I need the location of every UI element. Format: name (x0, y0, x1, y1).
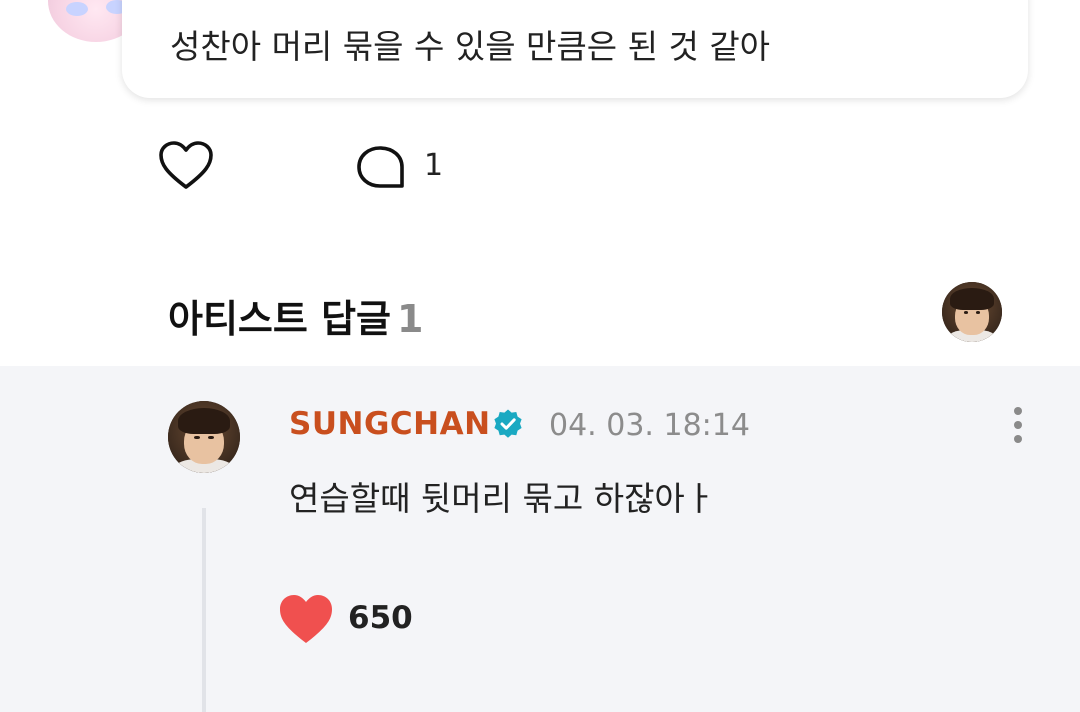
reply-author-name[interactable]: SUNGCHAN (289, 406, 491, 442)
reply-timestamp: 04. 03. 18:14 (549, 408, 750, 443)
heart-outline-icon[interactable] (158, 140, 214, 192)
verified-badge-icon (494, 409, 522, 438)
comment-bubble: 성찬아 머리 묶을 수 있을 만큼은 된 것 같아 (122, 0, 1028, 98)
artist-reply-panel: SUNGCHAN 04. 03. 18:14 연습할때 뒷머리 묶고 하잖아ㅏ … (0, 366, 1080, 712)
reply-author-avatar[interactable] (168, 401, 240, 473)
comment-bubble-icon[interactable] (356, 144, 406, 192)
heart-filled-icon[interactable] (278, 594, 334, 646)
comment-text: 성찬아 머리 묶을 수 있을 만큼은 된 것 같아 (170, 27, 771, 66)
artist-replies-title: 아티스트 답글 1 (168, 288, 423, 343)
artist-avatar[interactable] (942, 282, 1002, 342)
artist-replies-title-label: 아티스트 답글 (168, 297, 391, 341)
thread-line (202, 508, 206, 712)
reply-text: 연습할때 뒷머리 묶고 하잖아ㅏ (289, 479, 716, 518)
reply-like-count: 650 (348, 600, 413, 636)
comment-count: 1 (424, 148, 444, 183)
more-vertical-icon[interactable] (1006, 404, 1030, 448)
artist-replies-count: 1 (397, 297, 424, 341)
